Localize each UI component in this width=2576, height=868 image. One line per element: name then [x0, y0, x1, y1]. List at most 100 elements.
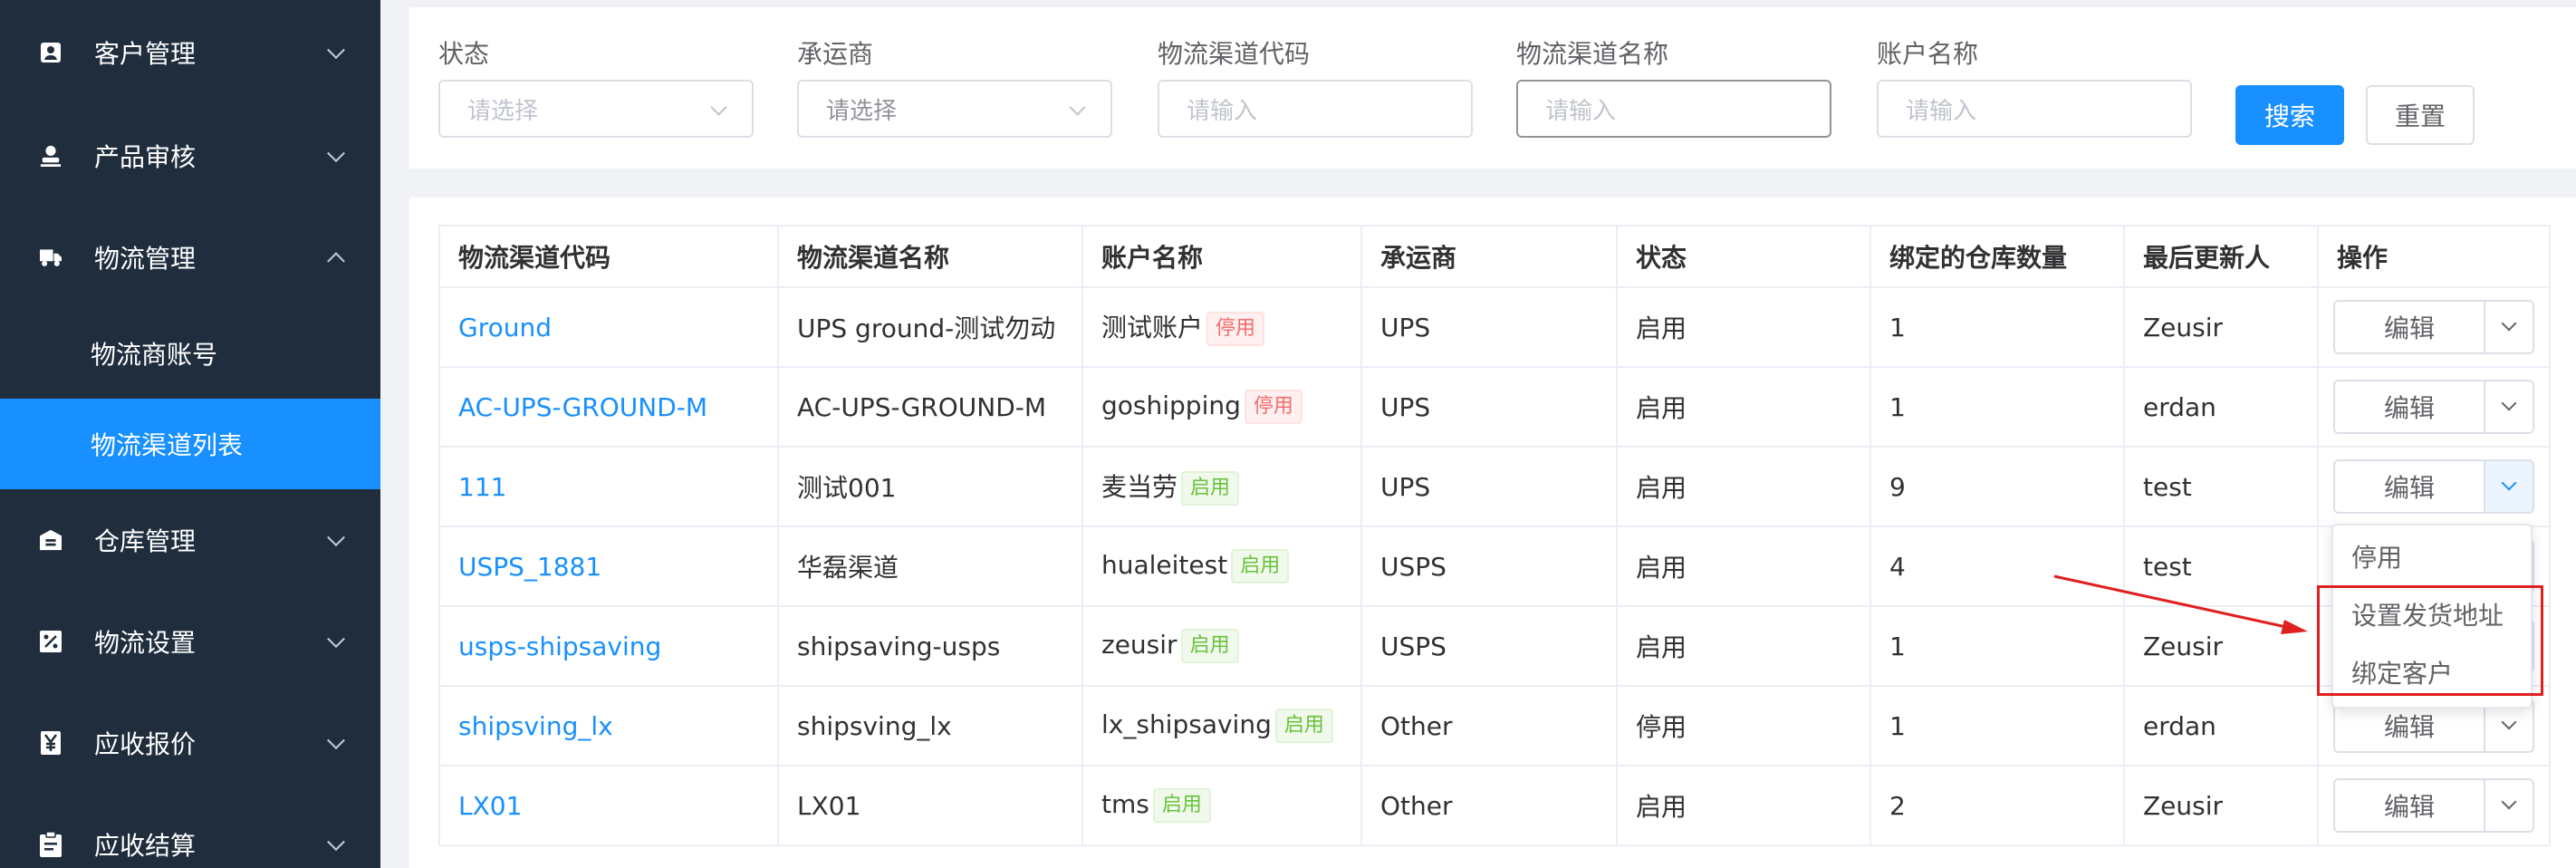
cell-status: 启用	[1616, 446, 1871, 527]
cell-account-name: goshipping 停用	[1081, 366, 1362, 448]
cell-status: 启用	[1616, 526, 1871, 607]
dropdown-item-disable[interactable]: 停用	[2351, 538, 2402, 574]
cell-last-updater: erdan	[2123, 366, 2319, 448]
menu-product-review[interactable]: 产品审核	[0, 105, 380, 207]
submenu-carrier-accounts[interactable]: 物流商账号	[0, 308, 380, 399]
chevron-down-icon	[327, 144, 345, 163]
cell-channel-code[interactable]: AC-UPS-GROUND-M	[438, 366, 779, 448]
truck-icon	[40, 246, 62, 268]
cell-actions: 编辑	[2317, 765, 2551, 846]
channel-name-input[interactable]: 请输入	[1516, 80, 1831, 138]
header-status: 状态	[1616, 225, 1871, 288]
cell-channel-code[interactable]: usps-shipsaving	[438, 605, 779, 687]
channel-name-placeholder: 请输入	[1545, 97, 1617, 125]
chevron-down-icon	[2501, 794, 2517, 810]
menu-label: 仓库管理	[94, 526, 197, 556]
account-name-label: 账户名称	[1877, 39, 1979, 69]
cell-last-updater: Zeusir	[2123, 605, 2319, 687]
account-text: goshipping	[1101, 391, 1241, 420]
cell-carrier: UPS	[1360, 286, 1618, 368]
percent-icon	[40, 631, 62, 652]
account-status-tag: 启用	[1274, 709, 1333, 743]
cell-channel-name: 华磊渠道	[777, 526, 1083, 607]
carrier-label: 承运商	[797, 39, 874, 69]
chevron-down-icon	[1069, 99, 1086, 116]
cell-warehouse-count: 1	[1870, 685, 2125, 767]
edit-dropdown-toggle[interactable]	[2485, 461, 2533, 512]
cell-channel-name: UPS ground-测试勿动	[777, 286, 1083, 368]
menu-customer-management[interactable]: 客户管理	[0, 0, 380, 105]
table-row: usps-shipsaving shipsaving-usps zeusir 启用…	[438, 605, 2551, 687]
cell-channel-name: 测试001	[777, 446, 1083, 527]
table-header-row: 物流渠道代码 物流渠道名称 账户名称 承运商 状态 绑定的仓库数量 最后更新人 …	[438, 225, 2551, 288]
account-status-tag: 停用	[1244, 390, 1302, 424]
search-button[interactable]: 搜索	[2235, 85, 2344, 145]
cell-channel-code[interactable]: 111	[438, 446, 779, 527]
account-status-tag: 启用	[1152, 788, 1211, 823]
cell-account-name: zeusir 启用	[1081, 605, 1362, 687]
cell-carrier: Other	[1360, 685, 1618, 767]
cell-channel-code[interactable]: USPS_1881	[438, 526, 779, 607]
account-text: tms	[1101, 789, 1149, 819]
header-account-name: 账户名称	[1081, 225, 1362, 288]
menu-label: 物流设置	[94, 628, 197, 658]
account-name-input[interactable]: 请输入	[1877, 80, 2192, 138]
chevron-down-icon	[2501, 395, 2517, 411]
cell-channel-name: shipsaving-usps	[777, 605, 1083, 687]
yen-icon	[40, 731, 62, 755]
cell-last-updater: Zeusir	[2123, 286, 2319, 368]
chevron-down-icon	[2501, 315, 2517, 332]
menu-receivable-settlement[interactable]: 应收结算	[0, 794, 380, 868]
menu-label: 产品审核	[94, 142, 197, 172]
account-status-tag: 启用	[1180, 629, 1239, 663]
submenu-channel-list[interactable]: 物流渠道列表	[0, 399, 380, 489]
edit-dropdown-toggle[interactable]	[2485, 780, 2533, 831]
warehouse-icon	[40, 529, 62, 551]
header-channel-name: 物流渠道名称	[777, 225, 1083, 288]
annotation-highlight-box	[2317, 585, 2543, 696]
cell-status: 启用	[1616, 605, 1871, 687]
cell-status: 启用	[1616, 286, 1871, 368]
menu-receivable-quote[interactable]: 应收报价	[0, 692, 380, 794]
header-carrier: 承运商	[1360, 225, 1618, 288]
account-status-tag: 启用	[1231, 549, 1290, 583]
chevron-down-icon	[2501, 714, 2517, 730]
cell-status: 启用	[1616, 366, 1871, 448]
cell-warehouse-count: 1	[1870, 366, 2125, 448]
edit-button[interactable]: 编辑	[2335, 302, 2485, 352]
channel-code-input[interactable]: 请输入	[1158, 80, 1473, 138]
menu-label: 物流管理	[94, 244, 197, 274]
chevron-down-icon	[327, 731, 345, 750]
cell-warehouse-count: 4	[1870, 526, 2125, 607]
menu-warehouse-management[interactable]: 仓库管理	[0, 489, 380, 591]
cell-channel-code[interactable]: Ground	[438, 286, 779, 368]
cell-channel-code[interactable]: LX01	[438, 765, 779, 846]
channel-code-label: 物流渠道代码	[1158, 39, 1311, 69]
status-select[interactable]: 请选择	[438, 80, 754, 138]
carrier-select[interactable]: 请选择	[797, 80, 1112, 138]
cell-warehouse-count: 1	[1870, 286, 2125, 368]
edit-dropdown-toggle[interactable]	[2485, 302, 2533, 352]
edit-button[interactable]: 编辑	[2335, 780, 2485, 831]
account-name-placeholder: 请输入	[1906, 97, 1977, 125]
chevron-up-icon	[327, 252, 345, 271]
cell-channel-code[interactable]: shipsving_lx	[438, 685, 779, 767]
account-status-tag: 停用	[1206, 312, 1265, 346]
menu-logistics-management[interactable]: 物流管理	[0, 207, 380, 308]
edit-split-button: 编辑	[2333, 778, 2534, 833]
cell-carrier: UPS	[1360, 366, 1618, 448]
edit-dropdown-toggle[interactable]	[2485, 381, 2533, 432]
table-panel: 物流渠道代码 物流渠道名称 账户名称 承运商 状态 绑定的仓库数量 最后更新人 …	[409, 198, 2576, 868]
reset-button[interactable]: 重置	[2366, 85, 2475, 145]
account-text: 麦当劳	[1101, 472, 1178, 502]
header-last-updater: 最后更新人	[2123, 225, 2319, 288]
edit-button[interactable]: 编辑	[2335, 461, 2485, 512]
cell-carrier: USPS	[1360, 526, 1618, 607]
cell-carrier: USPS	[1360, 605, 1618, 687]
table-row: LX01 LX01 tms 启用 Other 启用 2 Zeusir 编辑	[438, 765, 2551, 846]
cell-account-name: hualeitest 启用	[1081, 526, 1362, 607]
table-row: 111 测试001 麦当劳 启用 UPS 启用 9 test 编辑	[438, 446, 2551, 527]
edit-button[interactable]: 编辑	[2335, 381, 2485, 432]
menu-logistics-settings[interactable]: 物流设置	[0, 591, 380, 692]
cell-carrier: UPS	[1360, 446, 1618, 527]
